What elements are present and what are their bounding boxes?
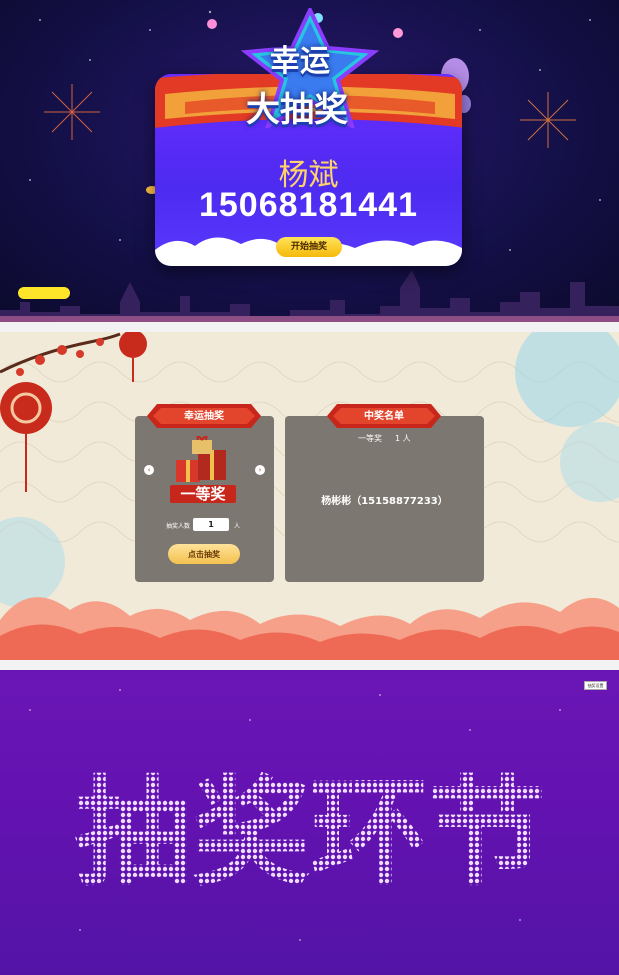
lucky-draw-stage-panel: 杨斌 15068181441 开始抽奖 幸运 大抽奖: [0, 0, 619, 322]
separator: [0, 660, 619, 670]
dotted-big-title: 抽奖环节: [74, 770, 546, 890]
separator: [0, 322, 619, 332]
firework-left-icon: [44, 84, 100, 140]
title-line-1: 幸运: [270, 44, 330, 79]
draw-count-label: 抽奖人数: [166, 523, 191, 530]
draw-count-input[interactable]: [193, 518, 229, 531]
prev-prize-arrow[interactable]: ‹: [144, 465, 154, 475]
start-draw-button[interactable]: 开始抽奖: [276, 237, 342, 257]
firework-right-icon: [520, 92, 576, 148]
title-line-2: 大抽奖: [246, 90, 348, 130]
winner-phone: 15068181441: [198, 186, 418, 224]
draw-count-unit: 人: [234, 523, 241, 530]
left-title: 幸运抽奖: [184, 411, 224, 422]
yellow-pill-button[interactable]: [18, 287, 70, 299]
result-count: 1 人: [395, 434, 411, 443]
city-skyline: [0, 270, 619, 322]
winner-entry: 杨彬彬（15158877233）: [321, 496, 448, 507]
result-level: 一等奖: [358, 434, 382, 443]
next-prize-arrow[interactable]: ›: [255, 465, 265, 475]
lantern-icon: [0, 382, 52, 434]
draw-settings-button[interactable]: 抽奖设置: [584, 681, 607, 690]
right-title: 中奖名单: [364, 411, 404, 422]
draw-segment-panel: 抽奖设置 抽奖环节: [0, 670, 619, 975]
click-draw-button[interactable]: 点击抽奖: [168, 544, 240, 564]
dotted-title-text: 抽奖环节: [74, 770, 546, 890]
prize-level-label: 一等奖: [170, 485, 236, 503]
red-clouds-decoration: [0, 597, 619, 660]
lucky-draw-form-panel: 幸运抽奖 中奖名单 ‹ › 一等奖 抽奖人数 人 点击抽奖 一等奖 1 人 杨彬…: [0, 332, 619, 660]
